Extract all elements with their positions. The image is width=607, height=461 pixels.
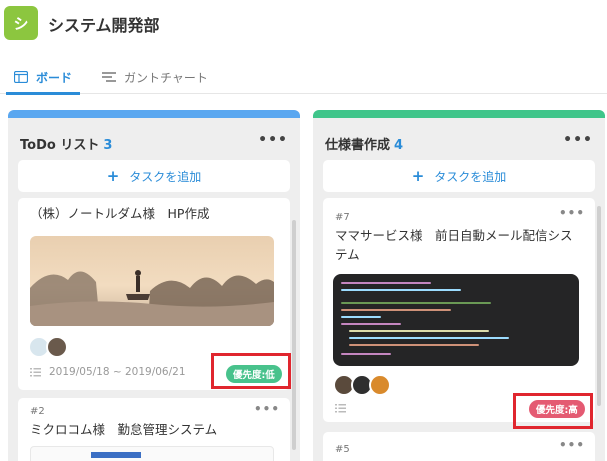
gantt-icon: [102, 71, 116, 83]
column-more-button[interactable]: •••: [563, 132, 593, 148]
card-dates: [335, 404, 354, 413]
column-more-button[interactable]: •••: [258, 132, 288, 148]
card-id: #7: [335, 212, 350, 223]
column-header: ToDo リスト 3: [20, 134, 112, 153]
avatar[interactable]: [369, 374, 391, 396]
card-title: ママサービス様 前日自動メール配信システム: [335, 228, 573, 262]
assignee-avatars: [28, 336, 68, 358]
add-task-button[interactable]: + タスクを追加: [18, 160, 290, 192]
preview-bar: [91, 452, 141, 458]
add-task-button[interactable]: + タスクを追加: [323, 160, 595, 192]
plus-icon: +: [106, 167, 120, 185]
tab-board[interactable]: ボード: [14, 66, 72, 88]
add-task-label: タスクを追加: [434, 169, 507, 184]
list-icon: [30, 367, 41, 377]
code-line: [341, 282, 431, 284]
code-line: [349, 344, 479, 346]
list-icon: [335, 404, 346, 413]
card-id: #2: [30, 406, 45, 417]
date-range: 2019/05/18 ~ 2019/06/21: [49, 366, 186, 378]
task-card[interactable]: #7 ••• ママサービス様 前日自動メール配信システム 優先度:高: [323, 198, 595, 422]
card-cover-image: [30, 236, 274, 326]
tab-gantt[interactable]: ガントチャート: [102, 66, 208, 88]
column-scrollbar[interactable]: [292, 220, 296, 450]
column-title: 仕様書作成: [325, 138, 391, 153]
tab-board-label: ボード: [36, 70, 73, 85]
active-tab-indicator: [6, 92, 80, 95]
header: シ システム開発部: [0, 0, 607, 52]
card-more-button[interactable]: •••: [559, 438, 585, 452]
priority-highlight-box: [513, 393, 593, 429]
code-line: [341, 309, 451, 311]
project-title: システム開発部: [48, 16, 160, 35]
code-line: [341, 323, 401, 325]
view-tabs: ボード ガントチャート: [0, 60, 607, 95]
column-scrollbar[interactable]: [597, 206, 601, 406]
card-preview-image: [30, 446, 274, 461]
tab-gantt-label: ガントチャート: [124, 70, 208, 85]
column-count: 4: [394, 138, 404, 153]
card-more-button[interactable]: •••: [559, 206, 585, 220]
project-logo[interactable]: シ: [4, 6, 38, 40]
column-todo: ToDo リスト3 ••• + タスクを追加 （株）ノートルダム様 HP作成: [8, 110, 300, 461]
priority-highlight-box: [211, 353, 291, 389]
column-color-bar: [313, 110, 605, 118]
column-color-bar: [8, 110, 300, 118]
add-task-label: タスクを追加: [129, 169, 202, 184]
avatar[interactable]: [46, 336, 68, 358]
code-line: [341, 353, 391, 355]
code-line: [341, 289, 461, 291]
card-code-image: [333, 274, 579, 366]
task-card[interactable]: #5 •••: [323, 432, 595, 461]
board-icon: [14, 71, 28, 83]
code-line: [341, 316, 381, 318]
code-line: [349, 337, 509, 339]
column-header: 仕様書作成 4: [325, 134, 403, 153]
plus-icon: +: [411, 167, 425, 185]
column-title: ToDo リスト: [20, 138, 100, 153]
assignee-avatars: [333, 374, 391, 396]
task-card[interactable]: #2 ••• ミクロコム様 勤怠管理システム: [18, 398, 290, 461]
card-dates: 2019/05/18 ~ 2019/06/21: [30, 366, 186, 378]
column-count: 3: [103, 138, 113, 153]
card-title: （株）ノートルダム様 HP作成: [30, 206, 210, 221]
card-id: #5: [335, 444, 350, 455]
app: シ システム開発部 ボード ガントチャート ToDo リスト 3 ••• + タ…: [0, 0, 607, 461]
code-line: [341, 302, 491, 304]
card-title: ミクロコム様 勤怠管理システム: [30, 422, 218, 437]
card-more-button[interactable]: •••: [254, 402, 280, 416]
code-line: [349, 330, 489, 332]
